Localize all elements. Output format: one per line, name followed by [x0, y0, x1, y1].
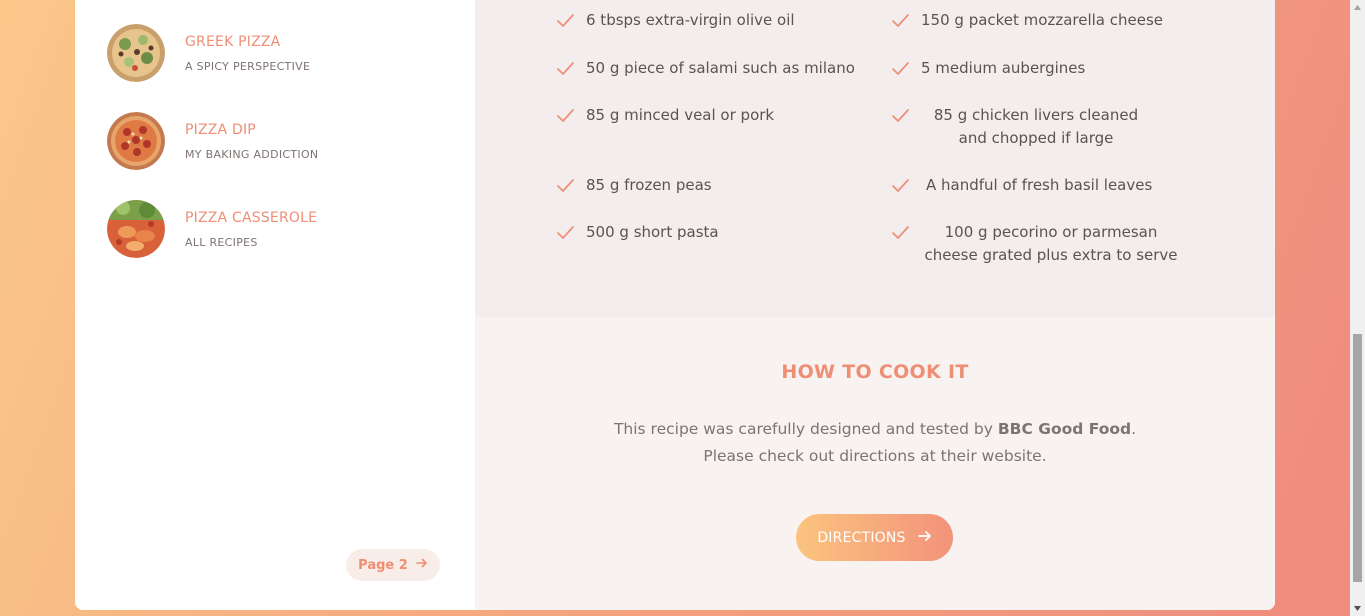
next-page-button[interactable]: Page 2 — [346, 549, 440, 581]
ingredient-item: A handful of fresh basil leaves — [892, 174, 1152, 197]
scroll-up-arrow-icon[interactable] — [1350, 0, 1365, 15]
check-icon — [557, 9, 574, 32]
check-icon — [892, 9, 909, 32]
page-scrollbar[interactable] — [1350, 0, 1365, 616]
ingredient-item: 50 g piece of salami such as milano — [557, 57, 855, 80]
check-icon — [892, 104, 909, 127]
ingredient-item: 150 g packet mozzarella cheese — [892, 9, 1163, 32]
check-icon — [557, 174, 574, 197]
recipe-title[interactable]: PIZZA CASSEROLE — [185, 210, 317, 226]
ingredient-item: 85 g minced veal or pork — [557, 104, 774, 127]
ingredient-text: 85 g frozen peas — [586, 176, 712, 194]
publisher-name: BBC Good Food — [997, 420, 1132, 438]
ingredients-list: 6 tbsps extra-virgin olive oil 50 g piec… — [475, 0, 1275, 317]
directions-button[interactable]: DIRECTIONS — [796, 514, 953, 561]
check-icon — [557, 57, 574, 80]
check-icon — [557, 221, 574, 244]
cook-desc-before: This recipe was carefully designed and t… — [613, 420, 998, 438]
directions-button-label: DIRECTIONS — [817, 529, 906, 546]
recipe-source: MY BAKING ADDICTION — [185, 147, 319, 161]
recipe-main: 6 tbsps extra-virgin olive oil 50 g piec… — [475, 0, 1275, 610]
check-icon — [892, 221, 909, 244]
ingredient-item: 5 medium aubergines — [892, 57, 1085, 80]
page-button-label: Page 2 — [358, 557, 408, 573]
ingredient-item: 100 g pecorino or parmesan cheese grated… — [892, 221, 1192, 267]
ingredient-text: 5 medium aubergines — [921, 59, 1086, 77]
ingredient-item: 500 g short pasta — [557, 221, 719, 244]
ingredient-text: 50 g piece of salami such as milano — [586, 59, 855, 77]
arrow-right-icon — [416, 557, 428, 573]
recipe-source: A SPICY PERSPECTIVE — [185, 59, 311, 73]
recipe-thumbnail[interactable] — [107, 200, 165, 258]
related-recipes-sidebar: GREEK PIZZA A SPICY PERSPECTIVE PIZZA DI… — [75, 0, 475, 610]
ingredient-item: 85 g frozen peas — [557, 174, 712, 197]
ingredient-text: 85 g chicken livers cleaned and chopped … — [933, 106, 1139, 147]
recipe-title[interactable]: GREEK PIZZA — [185, 34, 310, 50]
arrow-right-icon — [917, 530, 932, 546]
ingredient-text: 150 g packet mozzarella cheese — [921, 11, 1164, 29]
recipe-item-pizza-casserole[interactable]: PIZZA CASSEROLE ALL RECIPES — [107, 200, 317, 258]
recipe-thumbnail[interactable] — [107, 24, 165, 82]
recipe-source: ALL RECIPES — [185, 235, 258, 249]
scrollbar-thumb[interactable] — [1353, 334, 1362, 582]
recipe-item-greek-pizza[interactable]: GREEK PIZZA A SPICY PERSPECTIVE — [107, 24, 310, 82]
recipe-title[interactable]: PIZZA DIP — [185, 122, 318, 138]
check-icon — [892, 174, 909, 197]
ingredient-item: 6 tbsps extra-virgin olive oil — [557, 9, 795, 32]
check-icon — [892, 57, 909, 80]
ingredient-text: 85 g minced veal or pork — [586, 106, 775, 124]
ingredient-text: A handful of fresh basil leaves — [926, 176, 1153, 194]
recipe-card: GREEK PIZZA A SPICY PERSPECTIVE PIZZA DI… — [75, 0, 1275, 610]
ingredient-item: 85 g chicken livers cleaned and chopped … — [892, 104, 1162, 150]
recipe-thumbnail[interactable] — [107, 112, 165, 170]
ingredient-text: 500 g short pasta — [586, 223, 719, 241]
ingredient-text: 100 g pecorino or parmesan cheese grated… — [924, 223, 1178, 264]
scroll-down-arrow-icon[interactable] — [1350, 601, 1365, 616]
section-title: HOW TO COOK IT — [781, 361, 969, 383]
ingredient-text: 6 tbsps extra-virgin olive oil — [586, 11, 795, 29]
check-icon — [557, 104, 574, 127]
recipe-item-pizza-dip[interactable]: PIZZA DIP MY BAKING ADDICTION — [107, 112, 318, 170]
cook-description: This recipe was carefully designed and t… — [590, 416, 1160, 470]
how-to-cook-section: HOW TO COOK IT This recipe was carefully… — [475, 317, 1275, 610]
